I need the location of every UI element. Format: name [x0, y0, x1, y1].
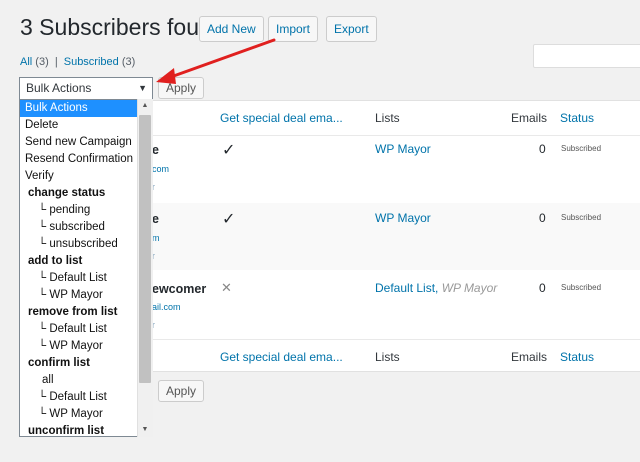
checkmark-icon: ✓ [222, 142, 236, 159]
export-button[interactable]: Export [326, 16, 377, 42]
dropdown-option[interactable]: └ pending [20, 202, 140, 219]
dropdown-option[interactable]: Delete [20, 117, 140, 134]
filter-subscribed[interactable]: Subscribed [64, 56, 122, 68]
dropdown-option[interactable]: └ subscribed [20, 219, 140, 236]
dropdown-option[interactable]: └ Default List [20, 389, 140, 406]
list-link[interactable]: WP Mayor [375, 211, 431, 225]
dropdown-option[interactable]: all [20, 372, 140, 389]
footer-header-lists: Lists [375, 350, 400, 364]
apply-button-bottom[interactable]: Apply [158, 380, 204, 402]
dropdown-option[interactable]: └ Default List [20, 321, 140, 338]
status-label: Subscribed [561, 144, 602, 153]
dropdown-option-group: confirm list [28, 357, 90, 369]
subscriber-name[interactable]: e [152, 212, 159, 226]
filter-separator: | [54, 56, 58, 68]
scroll-down-icon[interactable]: ▼ [137, 426, 153, 433]
dropdown-option[interactable]: Resend Confirmation [20, 151, 140, 168]
dropdown-option[interactable]: └ WP Mayor [20, 287, 140, 304]
filter-all-count: (3) [35, 56, 49, 68]
footer-header-status[interactable]: Status [560, 350, 594, 364]
column-header-special[interactable]: Get special deal ema... [220, 111, 343, 125]
dropdown-option[interactable]: └ WP Mayor [20, 406, 140, 423]
list-link-pending[interactable]: WP Mayor [442, 281, 498, 295]
search-input[interactable] [533, 44, 640, 68]
subscriber-email[interactable]: ail.com [152, 302, 181, 312]
checkmark-icon: ✓ [222, 211, 236, 228]
subscriber-email[interactable]: com [152, 164, 169, 174]
column-header-emails: Emails [511, 111, 548, 125]
list-cell: Default List, WP Mayor [375, 281, 497, 295]
dropdown-option-group: add to list [28, 255, 83, 267]
status-label: Subscribed [561, 283, 602, 292]
subscriber-name[interactable]: e [152, 143, 159, 157]
status-label: Subscribed [561, 213, 602, 222]
dropdown-arrow-icon: ▼ [138, 83, 147, 93]
column-header-lists: Lists [375, 111, 400, 125]
emails-count: 0 [539, 281, 546, 295]
footer-header-emails: Emails [511, 350, 548, 364]
emails-count: 0 [539, 211, 546, 225]
filter-subscribed-count: (3) [121, 56, 136, 68]
subscriber-email[interactable]: m [152, 233, 160, 243]
footer-header-special[interactable]: Get special deal ema... [220, 350, 343, 364]
status-filters: All (3) | Subscribed (3) [20, 56, 135, 68]
filter-all[interactable]: All [20, 56, 35, 68]
bulk-actions-dropdown[interactable]: Bulk Actions Delete Send new Campaign Resen… [19, 99, 153, 437]
cross-icon: ✕ [221, 280, 232, 295]
column-header-status[interactable]: Status [560, 111, 594, 125]
subscriber-name[interactable]: ewcomer [152, 282, 206, 296]
list-link[interactable]: Default List, [375, 281, 438, 295]
scrollbar-thumb[interactable] [139, 115, 151, 383]
annotation-arrow-icon [156, 38, 276, 84]
emails-count: 0 [539, 142, 546, 156]
dropdown-option-group: remove from list [28, 306, 118, 318]
scroll-up-icon[interactable]: ▲ [137, 102, 153, 109]
dropdown-option[interactable]: └ unsubscribed [20, 236, 140, 253]
dropdown-option-group: change status [28, 187, 106, 199]
list-link[interactable]: WP Mayor [375, 142, 431, 156]
dropdown-option[interactable]: └ WP Mayor [20, 338, 140, 355]
bulk-actions-selected: Bulk Actions [26, 81, 92, 95]
bulk-actions-select[interactable]: Bulk Actions ▼ [19, 77, 153, 100]
dropdown-option-group: unconfirm list [28, 425, 105, 437]
dropdown-option[interactable]: Send new Campaign [20, 134, 140, 151]
dropdown-option[interactable]: Bulk Actions [20, 100, 138, 117]
dropdown-option[interactable]: └ Default List [20, 270, 140, 287]
dropdown-option[interactable]: Verify [20, 168, 140, 185]
